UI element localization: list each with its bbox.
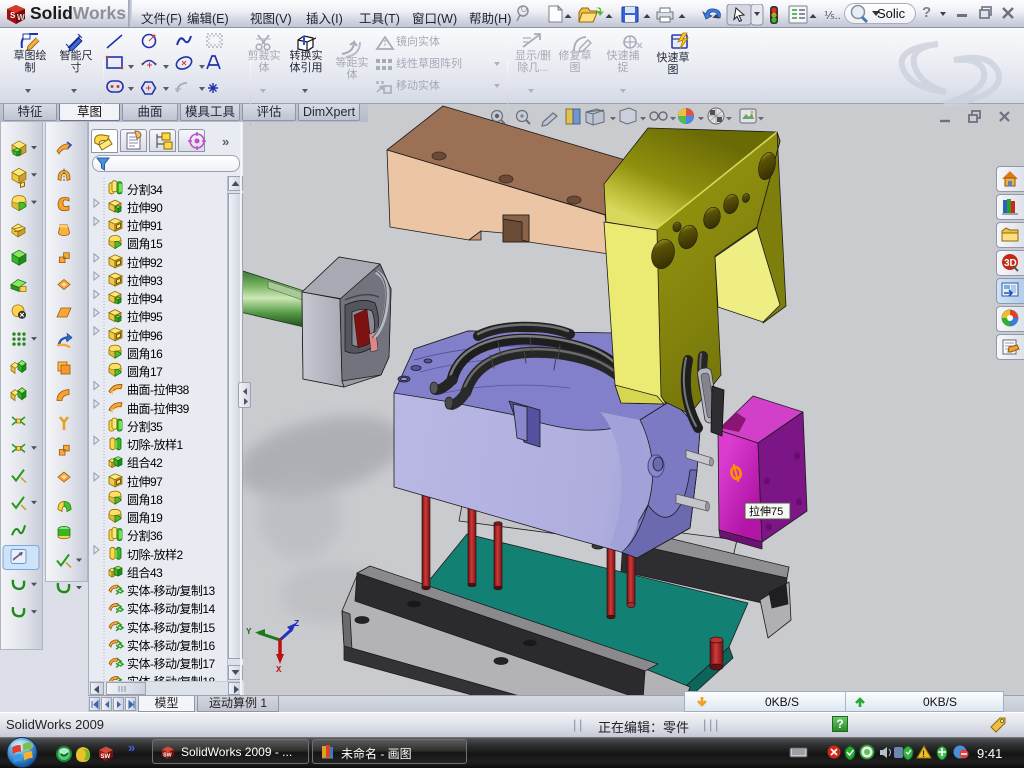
svg-text:S: S	[10, 11, 16, 20]
svg-text:SW: SW	[163, 752, 172, 758]
svg-text:!: !	[922, 749, 925, 759]
svg-text:SW: SW	[101, 754, 111, 760]
svg-text:Z: Z	[294, 619, 299, 629]
svg-text:拉伸75: 拉伸75	[749, 504, 783, 518]
svg-text:Y: Y	[246, 627, 252, 637]
svg-text:X: X	[276, 665, 282, 675]
svg-text:⅕..: ⅕..	[824, 10, 841, 22]
svg-text:W: W	[17, 13, 25, 22]
